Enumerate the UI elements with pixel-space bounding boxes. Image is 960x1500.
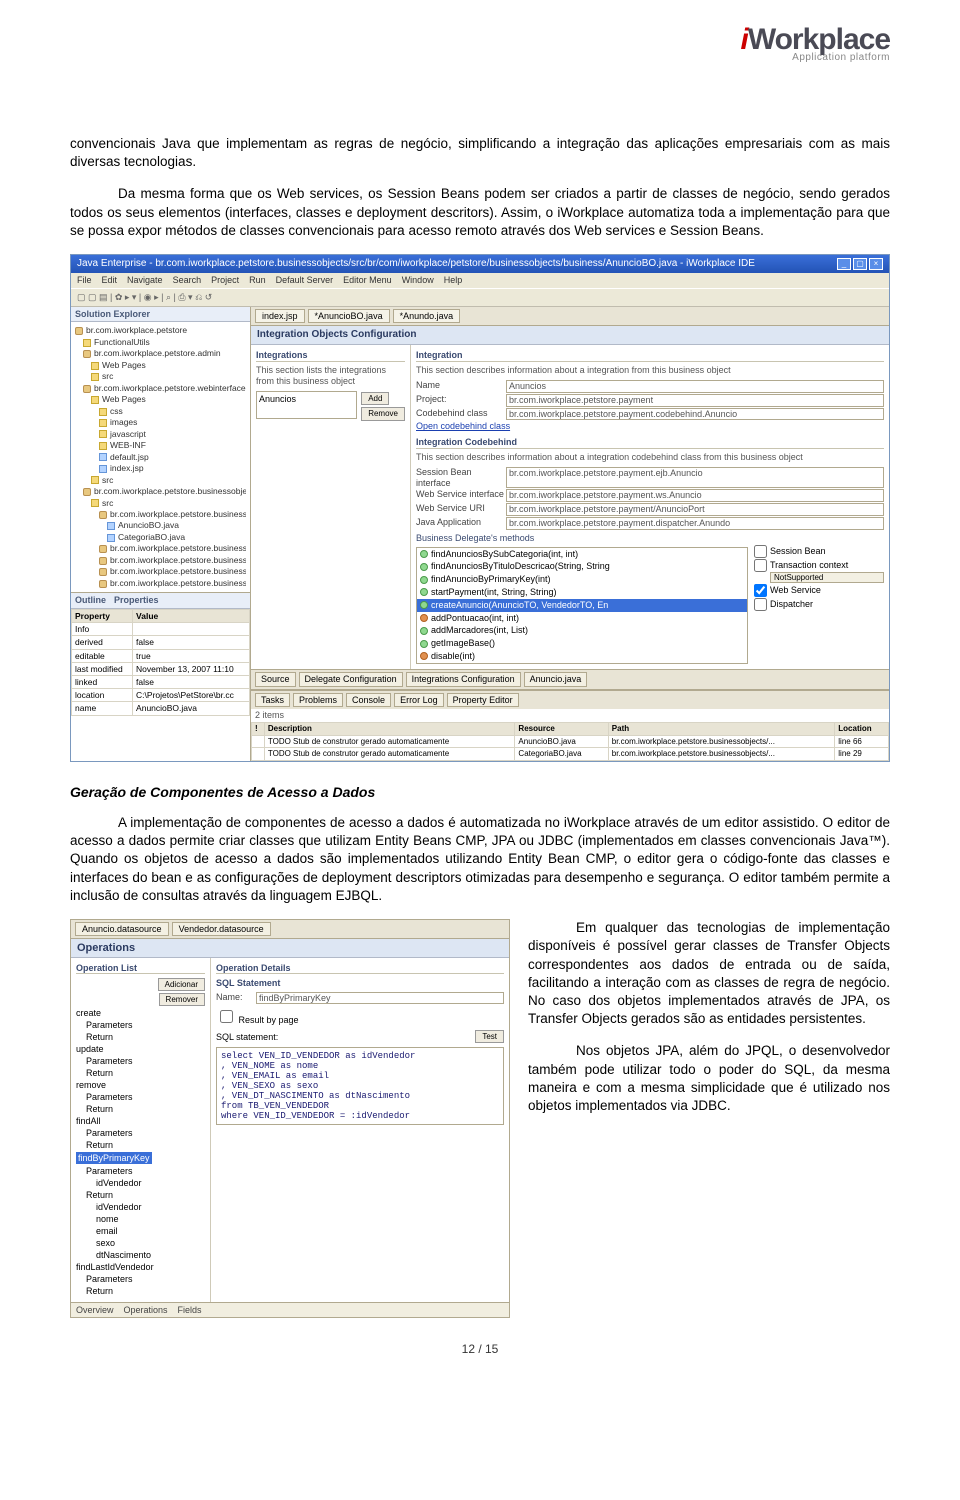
ide-titlebar: Java Enterprise - br.com.iworkplace.pets… <box>71 255 889 273</box>
add-button[interactable]: Add <box>361 392 389 406</box>
side-paragraph-1: Em qualquer das tecnologias de implement… <box>528 919 890 1028</box>
open-codebehind-link[interactable]: Open codebehind class <box>416 421 884 432</box>
section-heading: Geração de Componentes de Acesso a Dados <box>70 784 890 800</box>
remove-button[interactable]: Remove <box>361 407 405 421</box>
operation-tree[interactable]: createParametersReturnupdateParametersRe… <box>76 1007 205 1297</box>
ds-remove-button[interactable]: Remover <box>159 993 205 1006</box>
editor-bottom-tabs[interactable]: SourceDelegate ConfigurationIntegrations… <box>251 669 889 689</box>
side-paragraph-2: Nos objetos JPA, além do JPQL, o desenvo… <box>528 1042 890 1115</box>
ide-toolbar[interactable]: ▢ ▢ ▤ | ✿ ▸ ▾ | ◉ ▸ | ⌕ | ⎙ ▾ ⎌ ↺ <box>71 288 889 307</box>
window-buttons[interactable]: _▢× <box>835 258 883 270</box>
paragraph-1: convencionais Java que implementam as re… <box>70 135 890 171</box>
solution-explorer-tab[interactable]: Solution Explorer <box>71 307 250 323</box>
tasks-table: !DescriptionResourcePathLocationTODO Stu… <box>251 722 889 761</box>
integrations-list[interactable]: Anuncios <box>256 391 357 419</box>
properties-tabs[interactable]: OutlineProperties <box>71 593 250 609</box>
methods-list[interactable]: findAnunciosBySubCategoria(int, int)find… <box>416 547 748 664</box>
editor-tabs[interactable]: index.jsp*AnuncioBO.java*Anundo.java <box>251 307 889 327</box>
properties-table: PropertyValueInfoderivedfalseeditabletru… <box>71 609 250 716</box>
ds-add-button[interactable]: Adicionar <box>158 978 205 991</box>
sql-textarea[interactable]: select VEN_ID_VENDEDOR as idVendedor , V… <box>216 1047 504 1125</box>
paragraph-3: A implementação de componentes de acesso… <box>70 814 890 905</box>
ide-menubar[interactable]: FileEditNavigateSearchProjectRunDefault … <box>71 273 889 288</box>
solution-explorer-tree[interactable]: br.com.iworkplace.petstoreFunctionalUtil… <box>71 322 250 592</box>
result-by-page-checkbox[interactable] <box>220 1010 233 1023</box>
export-checkboxes[interactable]: Session BeanTransaction contextNotSuppor… <box>754 544 884 664</box>
brand-logo: iWorkplace Application platform <box>740 25 890 63</box>
datasource-screenshot: Anuncio.datasourceVendedor.datasource Op… <box>70 919 510 1318</box>
ide-screenshot: Java Enterprise - br.com.iworkplace.pets… <box>70 254 890 762</box>
datasource-footer-tabs[interactable]: OverviewOperationsFields <box>71 1302 509 1317</box>
tasks-tabs[interactable]: TasksProblemsConsoleError LogProperty Ed… <box>251 690 889 710</box>
operation-name-input[interactable]: findByPrimaryKey <box>256 992 504 1004</box>
paragraph-2: Da mesma forma que os Web services, os S… <box>70 185 890 240</box>
datasource-tabs[interactable]: Anuncio.datasourceVendedor.datasource <box>71 920 509 939</box>
test-button[interactable]: Test <box>475 1030 504 1043</box>
page-number: 12 / 15 <box>70 1342 890 1356</box>
editor-title: Integration Objects Configuration <box>251 326 889 345</box>
